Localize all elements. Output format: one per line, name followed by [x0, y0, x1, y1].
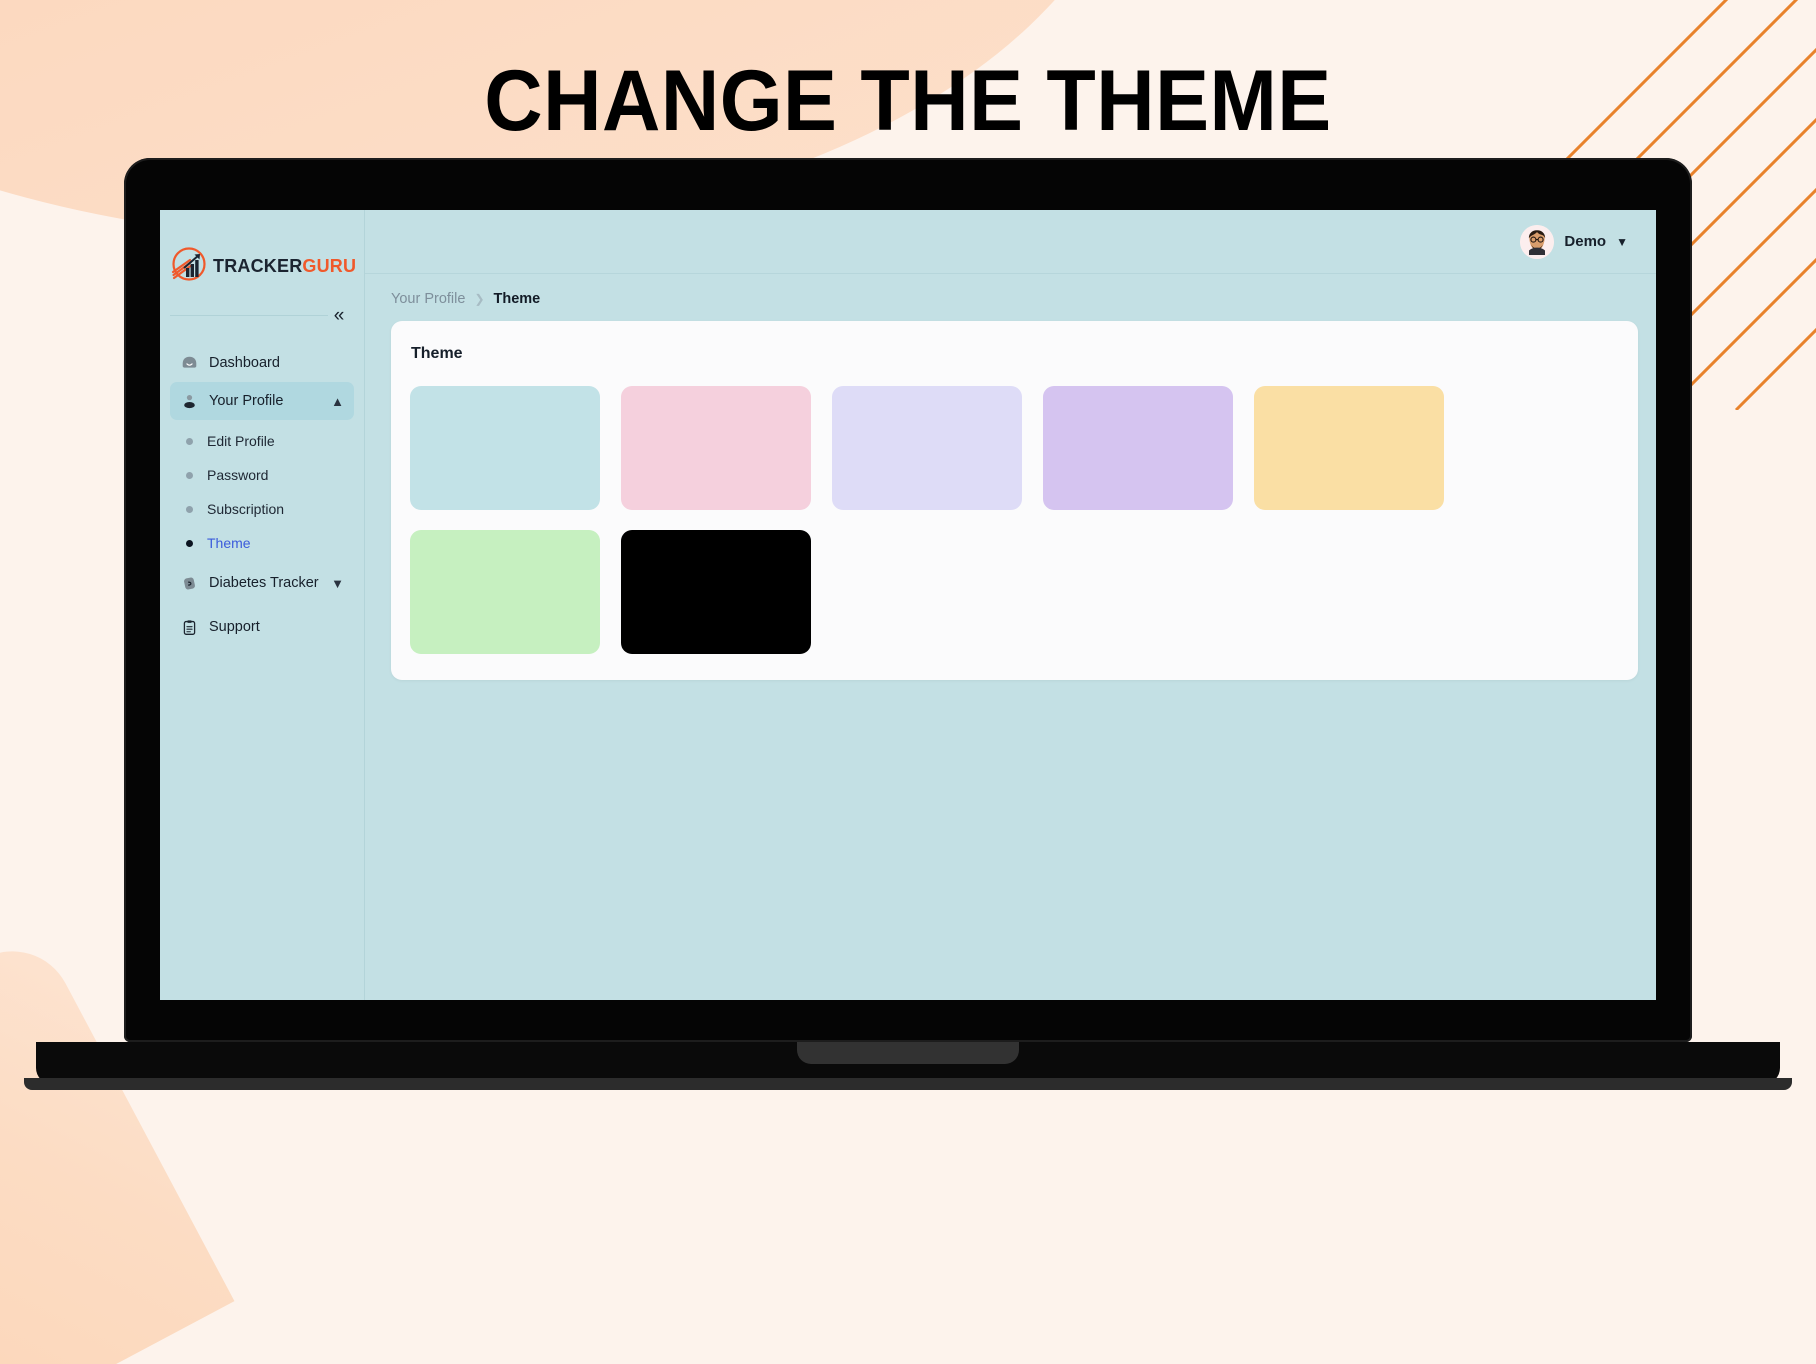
laptop-base-notch [797, 1042, 1019, 1064]
sidebar-subitem-label: Password [207, 467, 269, 483]
avatar [1520, 224, 1555, 259]
theme-swatch-light-blue[interactable] [410, 386, 600, 510]
theme-swatch-periwinkle[interactable] [832, 386, 1022, 510]
sidebar-subitem-subscription[interactable]: Subscription [170, 492, 354, 526]
laptop-base-lip [24, 1078, 1792, 1090]
laptop-screen: TRACKERGURU « Dashboard Your Profile ▲ E… [160, 210, 1656, 1000]
droplet-icon [180, 574, 198, 592]
user-icon [180, 392, 198, 410]
user-name-label: Demo [1564, 233, 1607, 250]
topbar: Demo ▼ [365, 210, 1656, 274]
brand-text-primary: TRACKER [213, 255, 303, 276]
sidebar-item-label: Your Profile [209, 393, 284, 409]
breadcrumb-parent-link[interactable]: Your Profile [391, 291, 465, 307]
poster-canvas: CHANGE THE THEME TRACKERGURU « Dashboard… [0, 0, 1816, 1364]
divider [170, 314, 328, 316]
main-content: Demo ▼ Your Profile ❯ Theme Theme [365, 210, 1656, 1000]
sidebar-subitem-edit-profile[interactable]: Edit Profile [170, 424, 354, 458]
sidebar: TRACKERGURU « Dashboard Your Profile ▲ E… [160, 210, 365, 1000]
sidebar-subitem-label: Subscription [207, 501, 285, 517]
chevron-down-icon[interactable]: ▼ [1616, 236, 1628, 248]
breadcrumb: Your Profile ❯ Theme [365, 274, 1656, 321]
sidebar-item-your-profile[interactable]: Your Profile ▲ [170, 382, 354, 420]
clipboard-icon [180, 618, 198, 636]
sidebar-item-dashboard[interactable]: Dashboard [170, 344, 354, 382]
application-window: TRACKERGURU « Dashboard Your Profile ▲ E… [160, 210, 1656, 1000]
bullet-icon [186, 437, 193, 445]
chart-arrow-logo-icon [169, 244, 209, 289]
breadcrumb-current: Theme [493, 291, 541, 307]
theme-swatch-mint-green[interactable] [410, 530, 600, 654]
theme-card: Theme [391, 321, 1638, 680]
card-title: Theme [411, 345, 463, 362]
sidebar-collapse-row: « [160, 296, 364, 334]
chevron-right-icon: ❯ [474, 292, 485, 306]
sidebar-item-label: Support [209, 619, 260, 635]
theme-swatch-black[interactable] [621, 530, 811, 654]
theme-swatch-lavender[interactable] [1043, 386, 1233, 510]
sidebar-item-diabetes-tracker[interactable]: Diabetes Tracker ▼ [170, 564, 354, 602]
brand-text: TRACKERGURU [213, 256, 356, 277]
user-menu[interactable]: Demo ▼ [1520, 224, 1628, 259]
dashboard-icon [180, 354, 198, 372]
sidebar-subitem-label: Edit Profile [207, 433, 275, 449]
laptop-mockup: TRACKERGURU « Dashboard Your Profile ▲ E… [24, 158, 1792, 1098]
sidebar-subitem-theme[interactable]: Theme [170, 526, 354, 560]
sidebar-nav: Dashboard Your Profile ▲ Edit Profile Pa… [160, 334, 364, 646]
bullet-icon [186, 539, 193, 547]
brand-text-accent: GURU [302, 255, 357, 276]
sidebar-subnav-your-profile: Edit Profile Password Subscription Theme [170, 420, 354, 564]
sidebar-item-label: Diabetes Tracker [209, 575, 319, 591]
theme-swatch-pink[interactable] [621, 386, 811, 510]
sidebar-item-support[interactable]: Support [170, 608, 354, 646]
bullet-icon [186, 505, 193, 513]
sidebar-subitem-password[interactable]: Password [170, 458, 354, 492]
theme-swatch-grid [410, 386, 1616, 654]
bullet-icon [186, 471, 193, 479]
page-headline: CHANGE THE THEME [484, 53, 1332, 149]
sidebar-item-label: Dashboard [209, 355, 280, 371]
chevron-down-icon[interactable]: ▼ [331, 577, 344, 590]
brand-logo[interactable]: TRACKERGURU [160, 210, 364, 296]
sidebar-subitem-label: Theme [207, 535, 251, 551]
chevron-double-left-icon[interactable]: « [328, 304, 350, 326]
theme-swatch-amber[interactable] [1254, 386, 1444, 510]
chevron-up-icon[interactable]: ▲ [331, 395, 344, 408]
